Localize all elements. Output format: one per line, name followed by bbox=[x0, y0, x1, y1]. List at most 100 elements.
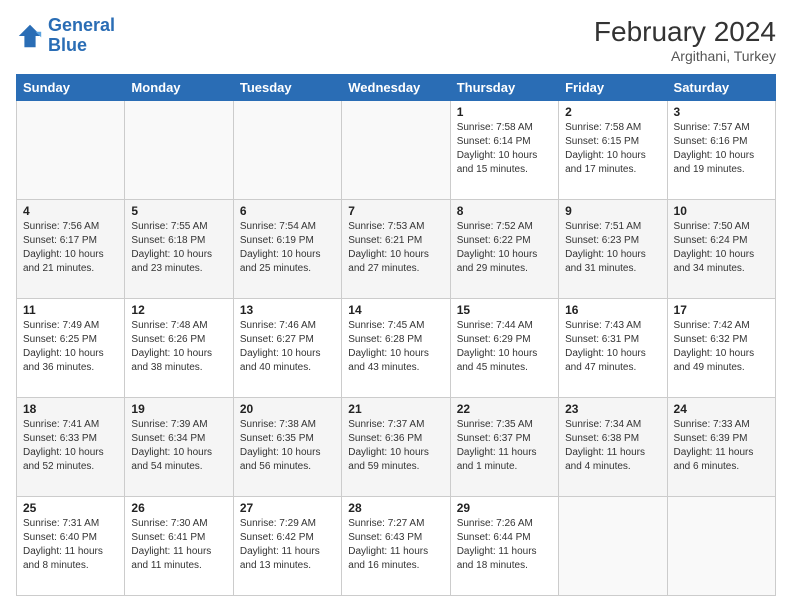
table-row bbox=[233, 101, 341, 200]
day-info: Sunrise: 7:44 AM Sunset: 6:29 PM Dayligh… bbox=[457, 319, 552, 375]
table-row: 27 Sunrise: 7:29 AM Sunset: 6:42 PM Dayli… bbox=[233, 497, 341, 596]
col-tuesday: Tuesday bbox=[233, 75, 341, 101]
col-wednesday: Wednesday bbox=[342, 75, 450, 101]
calendar-week-2: 4Sunrise: 7:56 AM Sunset: 6:17 PM Daylig… bbox=[17, 200, 776, 299]
day-info: Sunrise: 7:39 AM Sunset: 6:34 PM Dayligh… bbox=[131, 418, 226, 474]
day-number: 11 bbox=[23, 303, 118, 317]
logo: General Blue bbox=[16, 16, 115, 56]
day-number: 7 bbox=[348, 204, 443, 218]
table-row: 15 Sunrise: 7:44 AM Sunset: 6:29 PM Dayli… bbox=[450, 299, 558, 398]
logo-line1: General bbox=[48, 15, 115, 35]
day-number: 20 bbox=[240, 402, 335, 416]
day-info: Sunrise: 7:33 AM Sunset: 6:39 PM Dayligh… bbox=[674, 418, 769, 474]
day-info: Sunrise: 7:57 AM Sunset: 6:16 PM Dayligh… bbox=[674, 121, 769, 177]
day-info: Sunrise: 7:51 AM Sunset: 6:23 PM Dayligh… bbox=[565, 220, 660, 276]
day-number: 27 bbox=[240, 501, 335, 515]
page: General Blue February 2024 Argithani, Tu… bbox=[0, 0, 792, 612]
table-row: 9Sunrise: 7:51 AM Sunset: 6:23 PM Daylig… bbox=[559, 200, 667, 299]
day-info: Sunrise: 7:38 AM Sunset: 6:35 PM Dayligh… bbox=[240, 418, 335, 474]
subtitle: Argithani, Turkey bbox=[594, 48, 776, 64]
header: General Blue February 2024 Argithani, Tu… bbox=[16, 16, 776, 64]
day-number: 2 bbox=[565, 105, 660, 119]
day-number: 19 bbox=[131, 402, 226, 416]
day-number: 14 bbox=[348, 303, 443, 317]
day-info: Sunrise: 7:29 AM Sunset: 6:42 PM Dayligh… bbox=[240, 517, 335, 573]
day-number: 23 bbox=[565, 402, 660, 416]
day-number: 26 bbox=[131, 501, 226, 515]
table-row bbox=[125, 101, 233, 200]
table-row: 4Sunrise: 7:56 AM Sunset: 6:17 PM Daylig… bbox=[17, 200, 125, 299]
table-row: 20 Sunrise: 7:38 AM Sunset: 6:35 PM Dayli… bbox=[233, 398, 341, 497]
table-row bbox=[667, 497, 775, 596]
table-row: 22 Sunrise: 7:35 AM Sunset: 6:37 PM Dayli… bbox=[450, 398, 558, 497]
day-info: Sunrise: 7:52 AM Sunset: 6:22 PM Dayligh… bbox=[457, 220, 552, 276]
day-number: 5 bbox=[131, 204, 226, 218]
day-info: Sunrise: 7:53 AM Sunset: 6:21 PM Dayligh… bbox=[348, 220, 443, 276]
logo-line2: Blue bbox=[48, 35, 87, 55]
table-row: 24Sunrise: 7:33 AM Sunset: 6:39 PM Dayli… bbox=[667, 398, 775, 497]
table-row: 12 Sunrise: 7:48 AM Sunset: 6:26 PM Dayli… bbox=[125, 299, 233, 398]
day-info: Sunrise: 7:55 AM Sunset: 6:18 PM Dayligh… bbox=[131, 220, 226, 276]
day-info: Sunrise: 7:35 AM Sunset: 6:37 PM Dayligh… bbox=[457, 418, 552, 474]
day-number: 6 bbox=[240, 204, 335, 218]
day-number: 8 bbox=[457, 204, 552, 218]
table-row: 25 Sunrise: 7:31 AM Sunset: 6:40 PM Dayli… bbox=[17, 497, 125, 596]
table-row: 10Sunrise: 7:50 AM Sunset: 6:24 PM Dayli… bbox=[667, 200, 775, 299]
day-number: 29 bbox=[457, 501, 552, 515]
day-number: 22 bbox=[457, 402, 552, 416]
day-number: 21 bbox=[348, 402, 443, 416]
day-number: 12 bbox=[131, 303, 226, 317]
day-info: Sunrise: 7:56 AM Sunset: 6:17 PM Dayligh… bbox=[23, 220, 118, 276]
table-row bbox=[559, 497, 667, 596]
day-info: Sunrise: 7:48 AM Sunset: 6:26 PM Dayligh… bbox=[131, 319, 226, 375]
calendar-week-5: 25 Sunrise: 7:31 AM Sunset: 6:40 PM Dayli… bbox=[17, 497, 776, 596]
col-saturday: Saturday bbox=[667, 75, 775, 101]
table-row: 29 Sunrise: 7:26 AM Sunset: 6:44 PM Dayli… bbox=[450, 497, 558, 596]
col-thursday: Thursday bbox=[450, 75, 558, 101]
table-row: 18 Sunrise: 7:41 AM Sunset: 6:33 PM Dayli… bbox=[17, 398, 125, 497]
day-number: 17 bbox=[674, 303, 769, 317]
table-row: 28Sunrise: 7:27 AM Sunset: 6:43 PM Dayli… bbox=[342, 497, 450, 596]
day-info: Sunrise: 7:37 AM Sunset: 6:36 PM Dayligh… bbox=[348, 418, 443, 474]
logo-text: General Blue bbox=[48, 16, 115, 56]
day-info: Sunrise: 7:58 AM Sunset: 6:14 PM Dayligh… bbox=[457, 121, 552, 177]
day-number: 16 bbox=[565, 303, 660, 317]
calendar-week-1: 1 Sunrise: 7:58 AM Sunset: 6:14 PM Daylig… bbox=[17, 101, 776, 200]
table-row: 3 Sunrise: 7:57 AM Sunset: 6:16 PM Daylig… bbox=[667, 101, 775, 200]
col-monday: Monday bbox=[125, 75, 233, 101]
day-number: 15 bbox=[457, 303, 552, 317]
table-row: 6Sunrise: 7:54 AM Sunset: 6:19 PM Daylig… bbox=[233, 200, 341, 299]
day-number: 25 bbox=[23, 501, 118, 515]
logo-icon bbox=[16, 22, 44, 50]
day-number: 3 bbox=[674, 105, 769, 119]
table-row: 5 Sunrise: 7:55 AM Sunset: 6:18 PM Daylig… bbox=[125, 200, 233, 299]
day-info: Sunrise: 7:27 AM Sunset: 6:43 PM Dayligh… bbox=[348, 517, 443, 573]
table-row: 14Sunrise: 7:45 AM Sunset: 6:28 PM Dayli… bbox=[342, 299, 450, 398]
table-row: 2 Sunrise: 7:58 AM Sunset: 6:15 PM Daylig… bbox=[559, 101, 667, 200]
day-info: Sunrise: 7:42 AM Sunset: 6:32 PM Dayligh… bbox=[674, 319, 769, 375]
main-title: February 2024 bbox=[594, 16, 776, 48]
table-row bbox=[342, 101, 450, 200]
table-row: 21 Sunrise: 7:37 AM Sunset: 6:36 PM Dayli… bbox=[342, 398, 450, 497]
day-info: Sunrise: 7:49 AM Sunset: 6:25 PM Dayligh… bbox=[23, 319, 118, 375]
table-row: 11 Sunrise: 7:49 AM Sunset: 6:25 PM Dayli… bbox=[17, 299, 125, 398]
day-info: Sunrise: 7:41 AM Sunset: 6:33 PM Dayligh… bbox=[23, 418, 118, 474]
day-info: Sunrise: 7:26 AM Sunset: 6:44 PM Dayligh… bbox=[457, 517, 552, 573]
day-number: 18 bbox=[23, 402, 118, 416]
day-info: Sunrise: 7:46 AM Sunset: 6:27 PM Dayligh… bbox=[240, 319, 335, 375]
day-number: 1 bbox=[457, 105, 552, 119]
day-info: Sunrise: 7:34 AM Sunset: 6:38 PM Dayligh… bbox=[565, 418, 660, 474]
day-number: 13 bbox=[240, 303, 335, 317]
day-info: Sunrise: 7:31 AM Sunset: 6:40 PM Dayligh… bbox=[23, 517, 118, 573]
table-row: 7 Sunrise: 7:53 AM Sunset: 6:21 PM Daylig… bbox=[342, 200, 450, 299]
day-info: Sunrise: 7:43 AM Sunset: 6:31 PM Dayligh… bbox=[565, 319, 660, 375]
calendar-header-row: Sunday Monday Tuesday Wednesday Thursday… bbox=[17, 75, 776, 101]
day-info: Sunrise: 7:50 AM Sunset: 6:24 PM Dayligh… bbox=[674, 220, 769, 276]
calendar-week-4: 18 Sunrise: 7:41 AM Sunset: 6:33 PM Dayli… bbox=[17, 398, 776, 497]
col-sunday: Sunday bbox=[17, 75, 125, 101]
table-row: 23 Sunrise: 7:34 AM Sunset: 6:38 PM Dayli… bbox=[559, 398, 667, 497]
day-info: Sunrise: 7:58 AM Sunset: 6:15 PM Dayligh… bbox=[565, 121, 660, 177]
calendar-week-3: 11 Sunrise: 7:49 AM Sunset: 6:25 PM Dayli… bbox=[17, 299, 776, 398]
table-row bbox=[17, 101, 125, 200]
table-row: 16 Sunrise: 7:43 AM Sunset: 6:31 PM Dayli… bbox=[559, 299, 667, 398]
